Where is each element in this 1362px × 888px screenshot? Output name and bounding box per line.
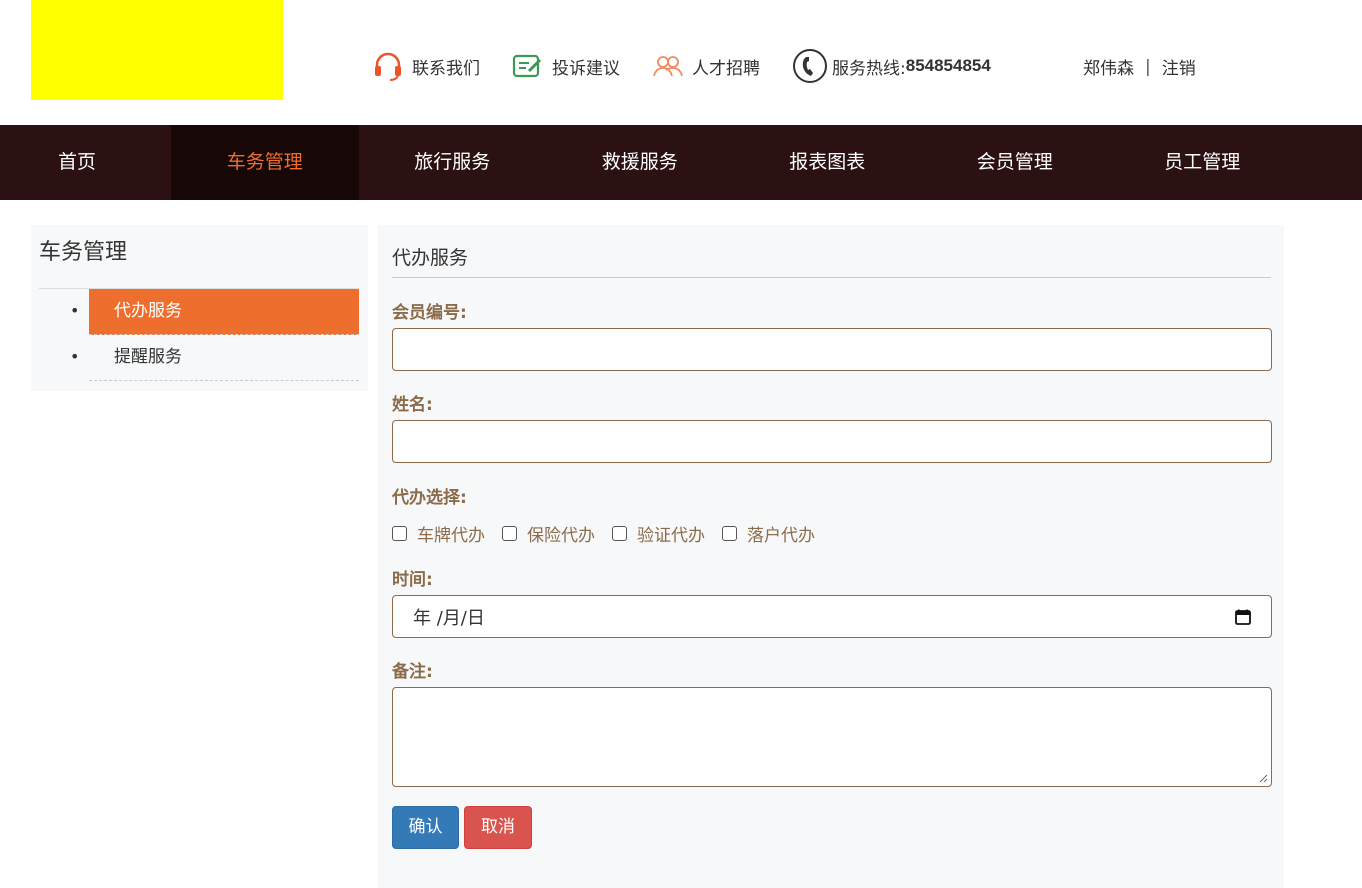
insurance-checkbox[interactable] [502, 526, 517, 541]
cancel-button[interactable]: 取消 [464, 806, 532, 849]
plate-checkbox[interactable] [392, 526, 407, 541]
main-nav: 首页 车务管理 旅行服务 救援服务 报表图表 会员管理 员工管理 [0, 125, 1362, 200]
contact-label: 联系我们 [412, 58, 480, 79]
time-label: 时间: [392, 570, 433, 590]
member-id-input[interactable] [392, 328, 1272, 371]
nav-vehicle-management[interactable]: 车务管理 [171, 125, 359, 200]
date-input[interactable]: 年 /月/日 [392, 595, 1272, 638]
registration-checkbox[interactable] [722, 526, 737, 541]
registration-label: 落户代办 [747, 526, 815, 546]
option-plate[interactable]: 车牌代办 [392, 521, 485, 546]
recruit-label: 人才招聘 [692, 58, 760, 79]
confirm-button[interactable]: 确认 [392, 806, 459, 849]
sidebar-item-reminder-service[interactable]: 提醒服务 [70, 335, 359, 381]
feedback-label: 投诉建议 [552, 58, 620, 79]
insurance-label: 保险代办 [527, 526, 595, 546]
nav-staff-management[interactable]: 员工管理 [1109, 125, 1297, 200]
feedback-link[interactable]: 投诉建议 [512, 53, 620, 79]
recruit-link[interactable]: 人才招聘 [652, 53, 760, 79]
option-insurance[interactable]: 保险代办 [502, 521, 595, 546]
remark-textarea[interactable] [392, 687, 1272, 787]
sidebar-item-agency-service[interactable]: 代办服务 [70, 289, 359, 335]
nav-reports[interactable]: 报表图表 [734, 125, 922, 200]
option-registration[interactable]: 落户代办 [722, 521, 815, 546]
phone-icon [793, 49, 827, 83]
people-icon [653, 56, 683, 77]
plate-label: 车牌代办 [417, 526, 485, 546]
nav-travel-service[interactable]: 旅行服务 [359, 125, 547, 200]
nav-home[interactable]: 首页 [0, 125, 171, 200]
sidebar: 车务管理 代办服务 提醒服务 [31, 225, 368, 391]
user-box: 郑伟森 | 注销 [1083, 54, 1196, 80]
logout-link[interactable]: 注销 [1162, 54, 1196, 79]
user-name[interactable]: 郑伟森 [1083, 54, 1134, 79]
nav-member-management[interactable]: 会员管理 [921, 125, 1109, 200]
feedback-icon [512, 54, 542, 78]
sidebar-menu: 代办服务 提醒服务 [70, 289, 359, 381]
nav-rescue-service[interactable]: 救援服务 [546, 125, 734, 200]
name-label: 姓名: [392, 395, 433, 415]
hotline-number: 854854854 [905, 56, 991, 75]
option-inspection[interactable]: 验证代办 [612, 521, 705, 546]
sidebar-title: 车务管理 [39, 238, 360, 289]
hotline-label: 服务热线: [832, 58, 906, 79]
date-placeholder: 年 /月/日 [413, 607, 485, 629]
logo [31, 0, 283, 100]
user-separator: | [1145, 56, 1151, 77]
resize-grip-icon[interactable] [1259, 774, 1268, 783]
name-input[interactable] [392, 420, 1272, 463]
form-title: 代办服务 [392, 243, 1271, 278]
member-id-label: 会员编号: [392, 303, 467, 323]
headset-icon [375, 52, 401, 81]
form-panel: 代办服务 会员编号: 姓名: 代办选择: 车牌代办 保险代办 验证代办 落户代办… [378, 225, 1284, 888]
calendar-icon[interactable] [1235, 609, 1251, 625]
contact-link[interactable]: 联系我们 [372, 51, 480, 81]
hotline: 服务热线: 854854854 [792, 48, 991, 84]
service-options: 车牌代办 保险代办 验证代办 落户代办 [392, 521, 832, 546]
top-links: 联系我们 投诉建议 人才招聘 服务热线: 854854854 [372, 48, 1023, 84]
remark-label: 备注: [392, 662, 433, 682]
inspection-label: 验证代办 [637, 526, 705, 546]
inspection-checkbox[interactable] [612, 526, 627, 541]
service-label: 代办选择: [392, 488, 467, 508]
